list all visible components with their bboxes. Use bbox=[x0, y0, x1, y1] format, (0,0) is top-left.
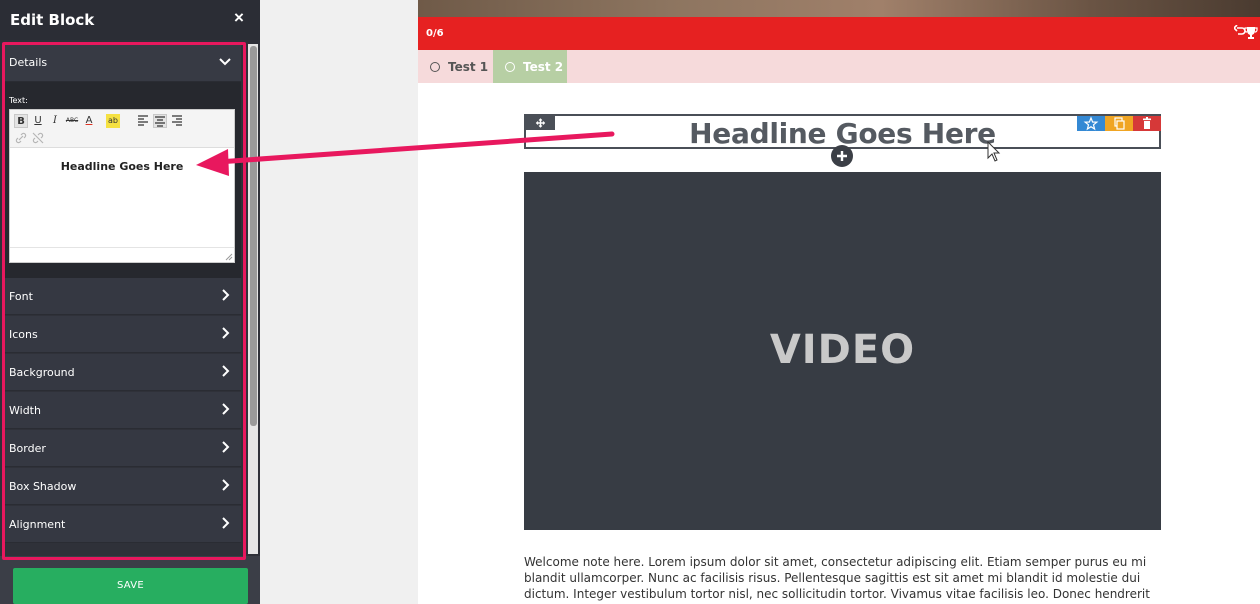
section-details-label: Details bbox=[9, 56, 48, 69]
rich-text-editor[interactable]: B U I ABC A ab Headline Goes Here bbox=[9, 109, 235, 263]
align-right-icon bbox=[172, 115, 182, 126]
video-label: VIDEO bbox=[769, 327, 916, 373]
chevron-right-icon bbox=[222, 365, 230, 377]
align-left-button[interactable] bbox=[136, 114, 150, 128]
bold-button[interactable]: B bbox=[14, 114, 28, 128]
duplicate-button[interactable] bbox=[1105, 116, 1133, 131]
section-box-shadow[interactable]: Box Shadow bbox=[3, 468, 241, 505]
save-button[interactable]: SAVE bbox=[13, 568, 248, 604]
italic-button[interactable]: I bbox=[48, 114, 62, 128]
strikethrough-button[interactable]: ABC bbox=[65, 114, 79, 128]
radio-circle-icon bbox=[505, 62, 515, 72]
page-preview: 0/6 Test 1 Test 2 Headline Goes Here VID… bbox=[418, 0, 1260, 604]
section-background[interactable]: Background bbox=[3, 354, 241, 391]
text-label: Text: bbox=[9, 96, 28, 105]
editor-toolbar: B U I ABC A ab bbox=[10, 110, 234, 148]
delete-button[interactable] bbox=[1133, 116, 1161, 131]
resize-handle-icon[interactable] bbox=[225, 253, 233, 261]
align-left-icon bbox=[138, 115, 148, 126]
underline-button[interactable]: U bbox=[31, 114, 45, 128]
chevron-down-icon bbox=[219, 58, 231, 66]
body-paragraph[interactable]: Welcome note here. Lorem ipsum dolor sit… bbox=[524, 554, 1164, 604]
panel-header: Edit Block × bbox=[0, 0, 260, 40]
section-width[interactable]: Width bbox=[3, 392, 241, 429]
align-right-button[interactable] bbox=[170, 114, 184, 128]
progress-counter: 0/6 bbox=[426, 28, 444, 39]
plus-icon bbox=[837, 151, 847, 161]
panel-scrollbar-thumb[interactable] bbox=[250, 46, 257, 426]
section-border-label: Border bbox=[9, 442, 46, 455]
section-font-label: Font bbox=[9, 290, 33, 303]
align-center-button[interactable] bbox=[153, 114, 167, 128]
close-icon[interactable]: × bbox=[234, 8, 244, 28]
block-actions bbox=[1077, 116, 1161, 131]
chevron-right-icon bbox=[222, 441, 230, 453]
section-icons[interactable]: Icons bbox=[3, 316, 241, 353]
tab-test-1[interactable]: Test 1 bbox=[418, 50, 493, 83]
font-color-button[interactable]: A bbox=[82, 114, 96, 128]
chevron-right-icon bbox=[222, 403, 230, 415]
details-content: Text: B U I ABC A ab Headline Goes Here bbox=[3, 82, 241, 278]
section-icons-label: Icons bbox=[9, 328, 38, 341]
align-center-icon bbox=[155, 116, 165, 127]
chevron-right-icon bbox=[222, 289, 230, 301]
link-button[interactable] bbox=[14, 132, 28, 146]
edit-block-panel: Edit Block × Details Text: B U I ABC A a… bbox=[0, 0, 260, 604]
section-font[interactable]: Font bbox=[3, 278, 241, 315]
unlink-icon bbox=[32, 132, 44, 144]
test-tabs: Test 1 Test 2 bbox=[418, 50, 1260, 83]
add-block-button[interactable] bbox=[831, 145, 853, 167]
tab-label: Test 2 bbox=[523, 60, 564, 74]
move-icon bbox=[535, 118, 546, 128]
unlink-button[interactable] bbox=[31, 132, 45, 146]
chevron-right-icon bbox=[222, 517, 230, 529]
panel-title: Edit Block bbox=[10, 11, 95, 29]
favorite-button[interactable] bbox=[1077, 116, 1105, 131]
section-box-shadow-label: Box Shadow bbox=[9, 480, 77, 493]
tab-label: Test 1 bbox=[448, 60, 489, 74]
section-width-label: Width bbox=[9, 404, 41, 417]
section-alignment[interactable]: Alignment bbox=[3, 506, 241, 543]
mouse-pointer-icon bbox=[987, 141, 1001, 162]
progress-bar: 0/6 bbox=[418, 17, 1260, 50]
tab-test-2[interactable]: Test 2 bbox=[493, 50, 567, 83]
link-icon bbox=[15, 132, 27, 144]
copy-icon bbox=[1114, 117, 1125, 130]
highlight-color-button[interactable]: ab bbox=[106, 114, 120, 128]
chevron-right-icon bbox=[222, 327, 230, 339]
section-alignment-label: Alignment bbox=[9, 518, 66, 531]
header-photo bbox=[418, 0, 1260, 17]
canvas-gutter bbox=[260, 0, 418, 604]
editor-content[interactable]: Headline Goes Here bbox=[10, 160, 234, 173]
radio-circle-icon bbox=[430, 62, 440, 72]
move-handle[interactable] bbox=[526, 116, 555, 130]
save-area: SAVE bbox=[0, 556, 260, 604]
section-details[interactable]: Details bbox=[3, 44, 241, 82]
chevron-right-icon bbox=[222, 479, 230, 491]
section-border[interactable]: Border bbox=[3, 430, 241, 467]
video-placeholder[interactable]: VIDEO bbox=[524, 172, 1161, 530]
trophy-icon[interactable] bbox=[1244, 26, 1258, 40]
star-icon bbox=[1083, 116, 1099, 131]
editor-statusbar bbox=[10, 247, 234, 262]
headline-block[interactable]: Headline Goes Here bbox=[524, 114, 1161, 150]
trash-icon bbox=[1143, 117, 1151, 129]
section-background-label: Background bbox=[9, 366, 75, 379]
